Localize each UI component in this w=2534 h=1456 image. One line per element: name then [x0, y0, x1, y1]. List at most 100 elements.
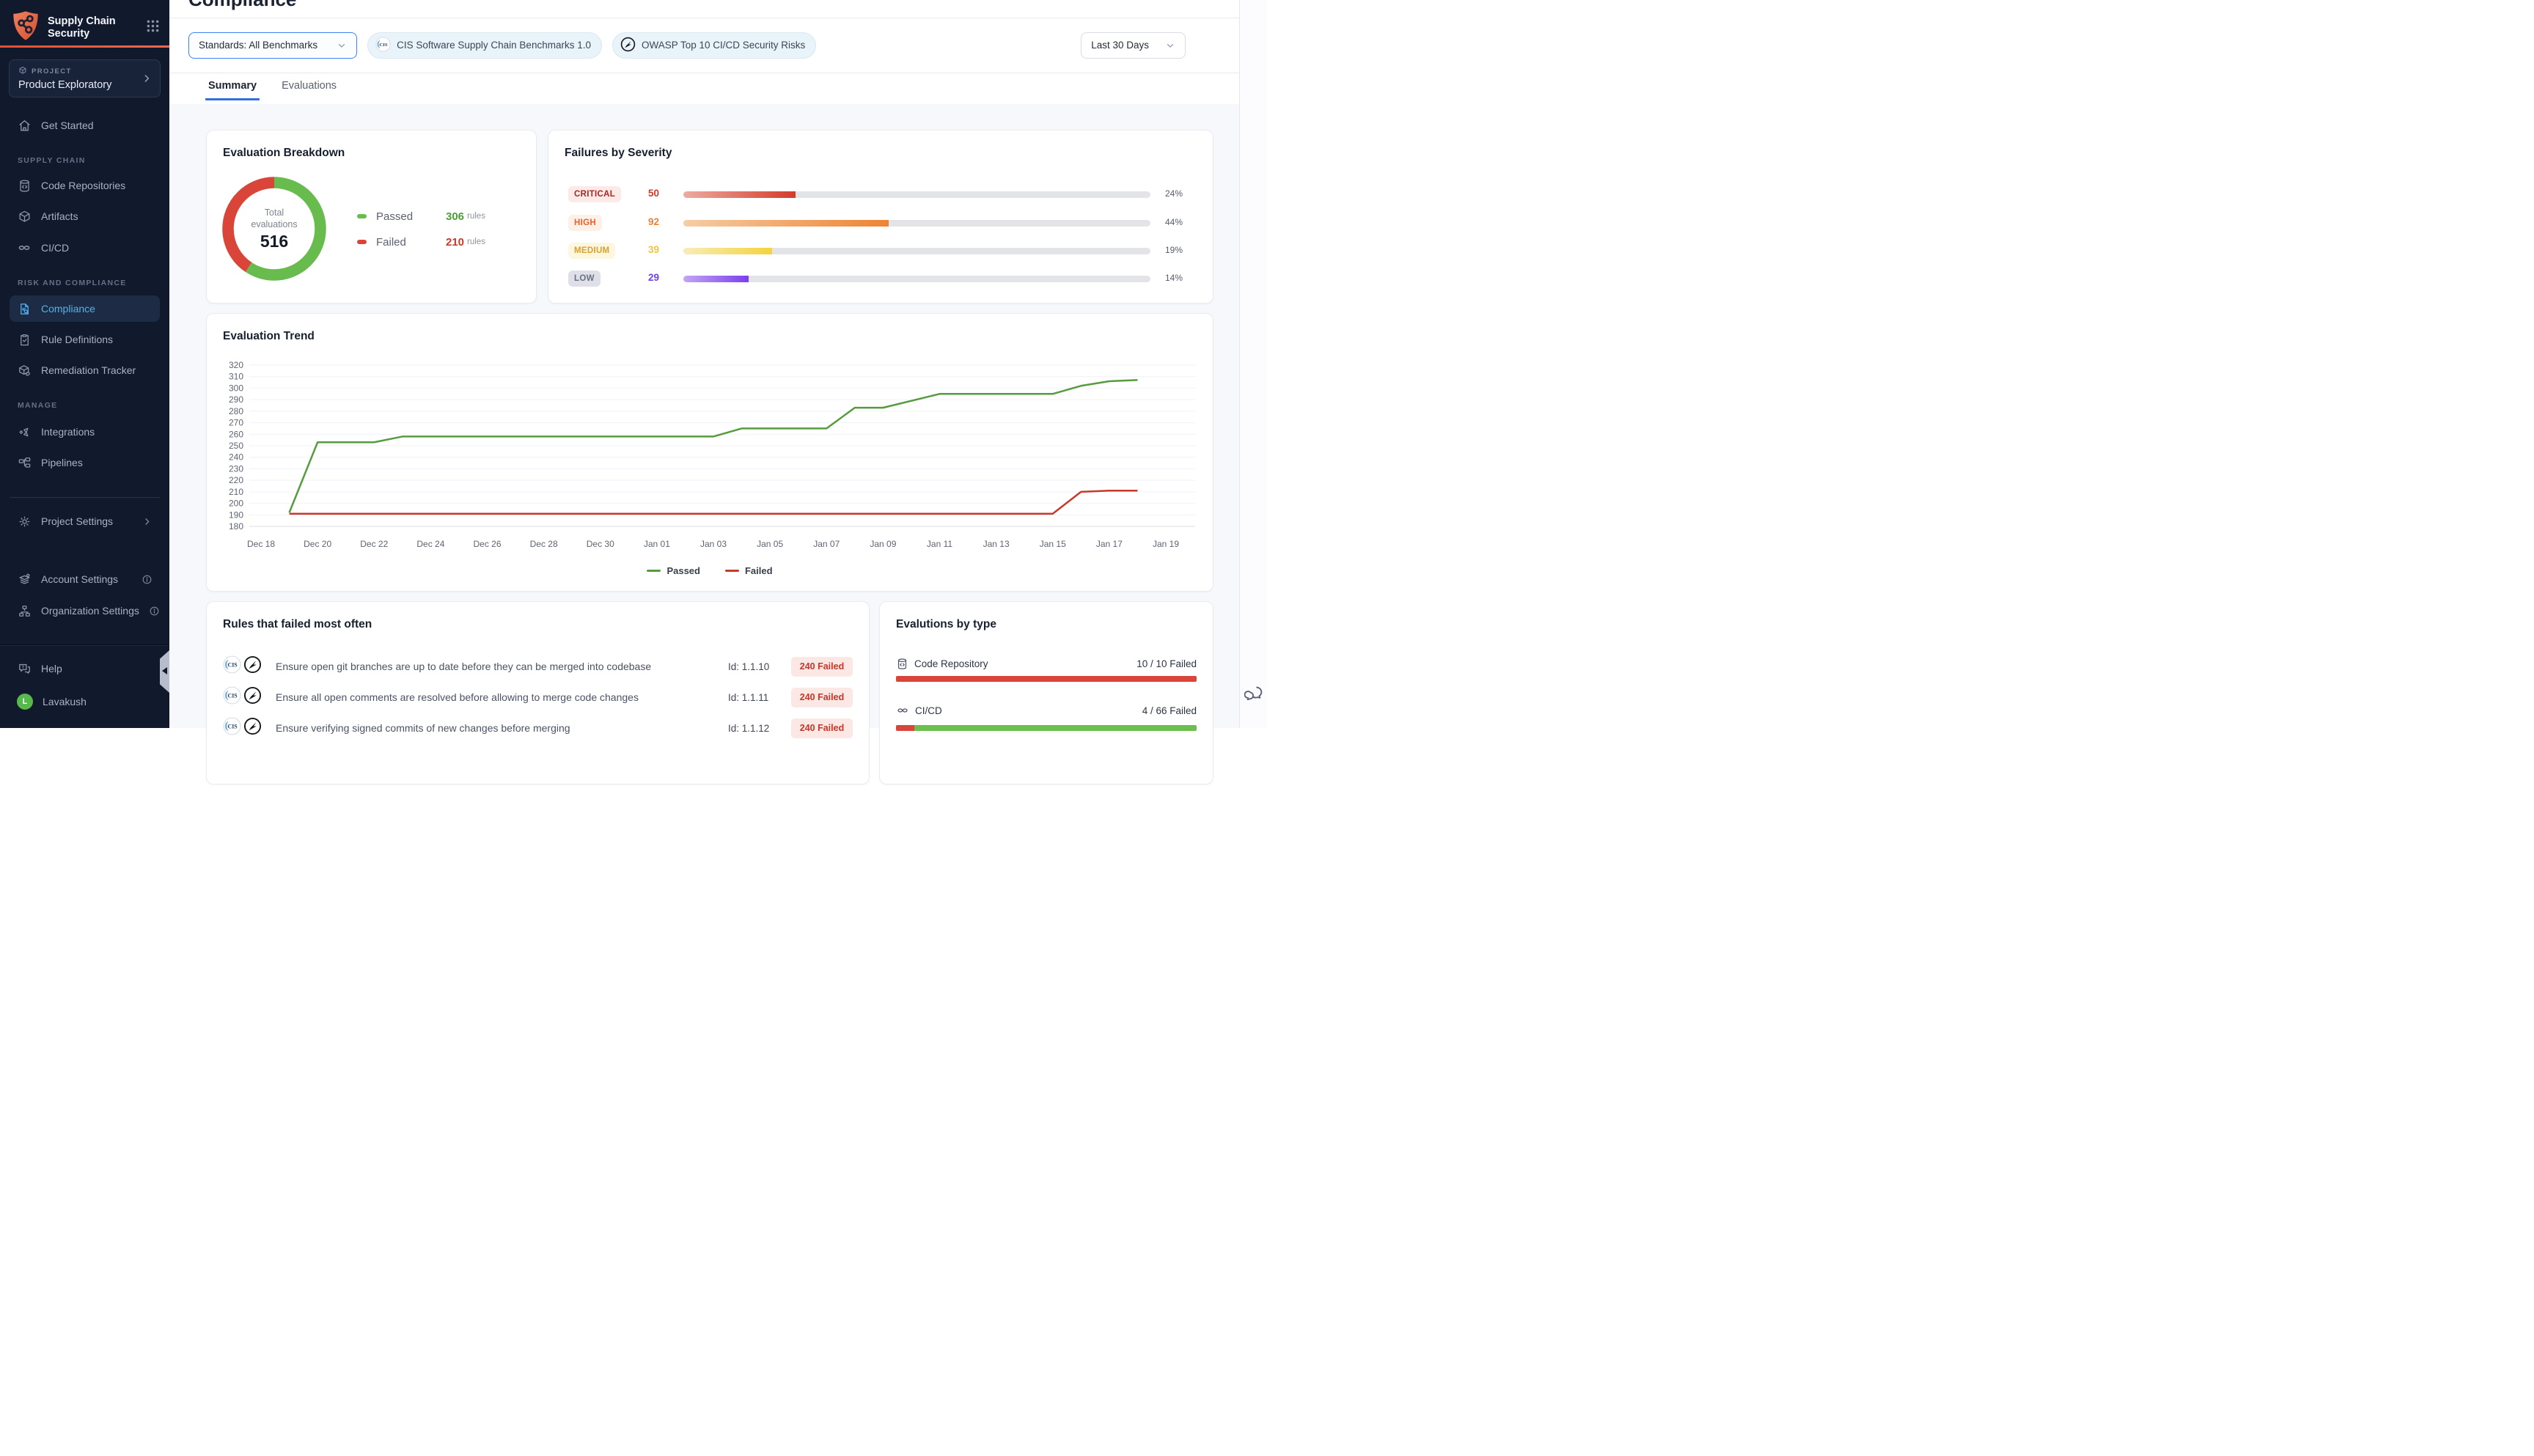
card-title: Evaluation Breakdown: [223, 147, 345, 160]
tab-evaluations[interactable]: Evaluations: [279, 73, 339, 100]
severity-row-low: LOW 29 14%: [548, 271, 1213, 287]
sidebar: Supply Chain Security PROJECT Product Ex…: [0, 0, 169, 728]
type-row-cicd: CI/CD 4 / 66 Failed: [896, 703, 1197, 718]
rule-failed-badge: 240 Failed: [791, 718, 853, 738]
rule-id: Id: 1.1.10: [728, 661, 791, 672]
svg-text:290: 290: [229, 394, 243, 405]
sidebar-item-remediation-tracker[interactable]: Remediation Tracker: [10, 357, 160, 383]
svg-text:Jan 17: Jan 17: [1096, 539, 1123, 549]
tab-bar: Summary Evaluations: [205, 73, 339, 100]
sidebar-collapse-handle[interactable]: [160, 650, 169, 693]
failed-count: 210: [446, 236, 464, 249]
infinity-icon: [896, 704, 909, 717]
date-range-select[interactable]: Last 30 Days: [1081, 32, 1186, 59]
sidebar-item-help[interactable]: ? Help: [10, 655, 160, 682]
rule-failed-badge: 240 Failed: [791, 657, 853, 677]
sidebar-item-rule-definitions[interactable]: Rule Definitions: [10, 326, 160, 353]
evaluation-trend-card: Evaluation Trend 18019020021022023024025…: [206, 313, 1213, 592]
svg-text:Jan 05: Jan 05: [757, 539, 783, 549]
svg-text:320: 320: [229, 360, 243, 370]
info-icon[interactable]: [142, 574, 153, 585]
chevron-right-icon: [142, 516, 153, 527]
sidebar-item-label: Rule Definitions: [41, 334, 113, 345]
sidebar-item-get-started[interactable]: Get Started: [10, 112, 160, 139]
home-icon: [17, 119, 32, 133]
severity-percent: 44%: [1165, 217, 1183, 227]
sidebar-item-artifacts[interactable]: Artifacts: [10, 203, 160, 229]
svg-text:Dec 28: Dec 28: [530, 539, 558, 549]
svg-text:Dec 30: Dec 30: [587, 539, 614, 549]
total-evaluations-value: 516: [260, 232, 288, 251]
info-icon[interactable]: [149, 606, 160, 617]
sidebar-item-project-settings[interactable]: Project Settings: [10, 508, 160, 534]
rule-id: Id: 1.1.12: [728, 723, 791, 734]
sidebar-item-label: Help: [41, 663, 62, 674]
filter-bar: Standards: All Benchmarks CIS CIS Softwa…: [188, 18, 1239, 73]
severity-row-high: HIGH 92 44%: [548, 215, 1213, 231]
app-switcher-grid-icon[interactable]: [145, 18, 161, 37]
svg-text:210: 210: [229, 487, 243, 497]
severity-row-critical: CRITICAL 50 24%: [548, 186, 1213, 202]
svg-text:310: 310: [229, 372, 243, 382]
rule-row[interactable]: CIS Ensure open git branches are up to d…: [223, 651, 853, 682]
brand-accent-rule: [0, 45, 169, 48]
severity-bar: [683, 248, 1150, 254]
chat-launcher-icon[interactable]: [1244, 684, 1264, 707]
sidebar-item-label: Integrations: [41, 426, 95, 438]
card-title: Evalutions by type: [896, 618, 996, 631]
passed-legend-dash: [647, 570, 661, 573]
svg-text:230: 230: [229, 463, 243, 474]
svg-text:Jan 07: Jan 07: [813, 539, 840, 549]
standards-filter-select[interactable]: Standards: All Benchmarks: [188, 32, 357, 59]
sidebar-divider: [10, 497, 160, 498]
sidebar-item-pipelines[interactable]: Pipelines: [10, 449, 160, 476]
svg-text:270: 270: [229, 418, 243, 428]
sidebar-item-code-repositories[interactable]: Code Repositories: [10, 172, 160, 199]
trend-line-chart: 1801902002102202302402502602702802903003…: [223, 343, 1198, 563]
sidebar-item-integrations[interactable]: Integrations: [10, 419, 160, 445]
document-search-icon: [17, 302, 32, 316]
svg-text:220: 220: [229, 475, 243, 485]
svg-text:Dec 20: Dec 20: [304, 539, 331, 549]
rule-row[interactable]: CIS Ensure verifying signed commits of n…: [223, 713, 853, 743]
sidebar-item-account-settings[interactable]: Account Settings: [10, 566, 160, 592]
svg-text:300: 300: [229, 383, 243, 393]
severity-badge: CRITICAL: [568, 186, 621, 202]
project-selector[interactable]: PROJECT Product Exploratory: [9, 59, 161, 98]
severity-percent: 14%: [1165, 273, 1183, 283]
severity-count: 29: [648, 272, 659, 283]
sidebar-item-compliance[interactable]: Compliance: [10, 295, 160, 322]
passed-count: 306: [446, 210, 464, 223]
donut-center-label: evaluations: [251, 218, 297, 230]
date-range-value: Last 30 Days: [1091, 40, 1149, 51]
owasp-logo-icon: [243, 686, 262, 708]
chevron-down-icon: [1165, 40, 1175, 51]
main-area: Compliance Standards: All Benchmarks CIS…: [169, 0, 1239, 728]
svg-text:CIS: CIS: [228, 693, 238, 699]
rule-row[interactable]: CIS Ensure all open comments are resolve…: [223, 682, 853, 713]
severity-badge: HIGH: [568, 215, 602, 231]
sidebar-section-risk-compliance: RISK AND COMPLIANCE: [18, 279, 127, 287]
svg-text:CIS: CIS: [228, 724, 238, 730]
benchmark-chip-owasp[interactable]: OWASP Top 10 CI/CD Security Risks: [612, 32, 816, 59]
benchmark-chip-cis[interactable]: CIS CIS Software Supply Chain Benchmarks…: [367, 32, 602, 59]
svg-text:Jan 13: Jan 13: [983, 539, 1010, 549]
benchmark-chip-label: CIS Software Supply Chain Benchmarks 1.0: [397, 40, 591, 51]
gear-icon: [17, 515, 32, 529]
sidebar-footer-divider: [0, 644, 169, 645]
tab-summary[interactable]: Summary: [205, 73, 260, 100]
legend-label: Failed: [745, 565, 773, 576]
app-logo-shield-icon: [11, 10, 40, 46]
help-chat-icon: ?: [17, 662, 32, 676]
svg-text:Jan 03: Jan 03: [700, 539, 727, 549]
svg-text:Jan 19: Jan 19: [1153, 539, 1179, 549]
cis-logo-icon: CIS: [375, 37, 391, 54]
benchmark-chip-label: OWASP Top 10 CI/CD Security Risks: [642, 40, 805, 51]
sidebar-item-label: Pipelines: [41, 457, 83, 468]
user-avatar: L: [17, 694, 33, 710]
sidebar-user[interactable]: L Lavakush: [10, 688, 160, 715]
sidebar-item-cicd[interactable]: CI/CD: [10, 235, 160, 261]
evaluation-breakdown-card: Evaluation Breakdown Total evaluations 5…: [206, 130, 537, 304]
sidebar-item-organization-settings[interactable]: Organization Settings: [10, 598, 160, 624]
user-name: Lavakush: [43, 696, 87, 707]
